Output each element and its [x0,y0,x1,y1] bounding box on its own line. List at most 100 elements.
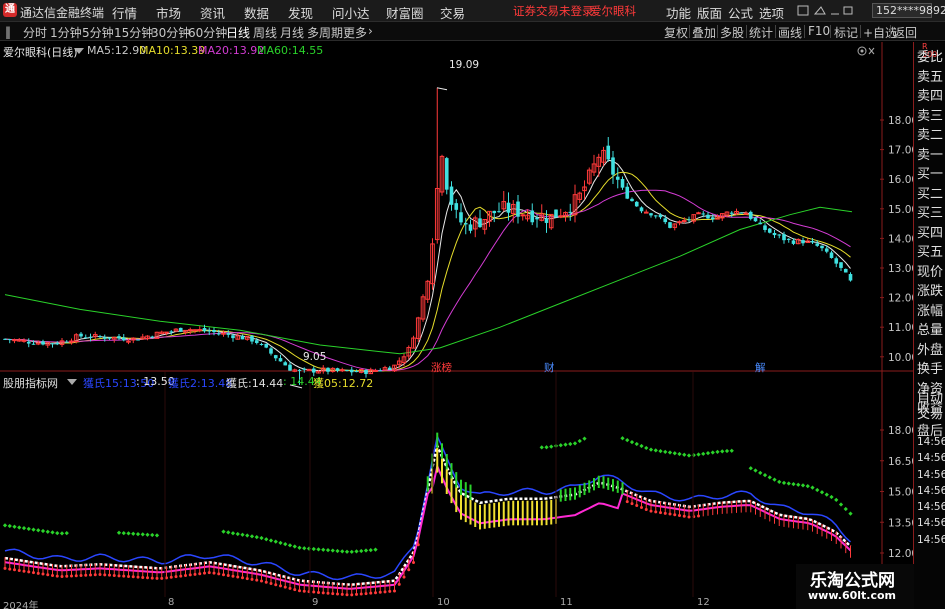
indicator-dot-red [312,590,316,594]
indicator-dot-red [659,511,662,515]
candle-body-down [88,336,93,338]
settings-gear-icon[interactable] [856,45,876,57]
indicator-dot-red [236,575,240,579]
event-marker-unlock[interactable]: 解 [755,360,766,375]
event-marker-finance[interactable]: 财 [544,360,555,375]
period-weekly[interactable]: 周线 [253,24,277,41]
menu-ask[interactable]: 问小达 [332,3,370,22]
indicator-settings-icon[interactable] [67,377,77,387]
indicator-dot-green [777,479,782,485]
period-5min[interactable]: 5分钟 [82,24,114,41]
tool-mark[interactable]: 标记 [834,24,858,41]
ma10-line [4,171,851,372]
indicator-dot-green [582,436,587,441]
indicator-dot-green [230,531,236,536]
period-daily[interactable]: 日线 [226,24,250,41]
indicator-dot-green [135,531,141,537]
alert-icon [813,6,826,15]
indicator-dot-green [245,533,250,538]
tool-f10[interactable]: F10 [808,24,830,38]
side-quote-10: 买五 [917,245,944,260]
indicator-dot-green [672,451,677,456]
indicator-dot-red [374,591,377,595]
menu-market-quotes[interactable]: 行情 [112,3,137,22]
indicator-dot-green [292,544,297,549]
side-quote-8: 买三 [917,206,944,221]
period-multi[interactable]: 多周期 [307,24,343,41]
candle-body-down [364,370,368,374]
indicator-dot-red [317,590,320,594]
indicator-dot-red [60,574,64,578]
indicator-dot-red [174,575,178,579]
period-intraday[interactable]: 分时 [23,24,47,41]
menu-options[interactable]: 选项 [759,3,784,22]
indicator-dot-red [378,590,382,594]
menu-data[interactable]: 数据 [244,3,269,22]
indicator-dot-green [838,502,844,507]
candle-body-down [107,337,112,339]
tool-adjust[interactable]: 复权 [664,24,688,41]
indicator-dot-green [824,492,829,497]
tool-statistics[interactable]: 统计 [749,24,773,41]
separator [890,25,891,38]
period-monthly[interactable]: 月线 [280,24,304,41]
menu-discover[interactable]: 发现 [288,3,313,22]
indicator-dot-red [326,591,330,595]
indicator-dot-green [658,448,663,454]
indicator-dot-red [36,571,40,575]
indicator-dot-red [416,543,420,547]
period-60min[interactable]: 60分钟 [188,24,227,41]
side-quote-6: 买一 [917,167,944,182]
menu-function[interactable]: 功能 [666,3,691,22]
indicator-dot-red [241,576,244,580]
menu-wealth-circle[interactable]: 财富圈 [386,3,424,22]
site-watermark: 乐淘公式网 www.60lt.com [796,564,914,609]
indicator-dot-green [572,441,578,446]
indicator-dot-red [141,575,145,579]
tool-draw[interactable]: 画线 [778,24,802,41]
period-15min[interactable]: 15分钟 [114,24,153,41]
more-chevron-icon[interactable]: › [368,24,373,38]
candle-body-down [326,367,330,372]
indicator-dot-red [217,572,221,576]
indicator-dot-red [364,592,368,596]
period-30min[interactable]: 30分钟 [151,24,190,41]
menu-layout[interactable]: 版面 [697,3,722,22]
menu-trade[interactable]: 交易 [440,3,465,22]
event-marker-limit-up[interactable]: 涨榜 [431,360,452,375]
tool-back[interactable]: 返回 [893,24,917,41]
indicator-dot-green [12,524,17,529]
indicator-dot-red [184,573,187,577]
indicator-dot-green [819,490,825,495]
indicator-white-line [4,441,852,586]
separator [804,25,805,38]
indicator-dot-green [321,547,326,552]
indicator-dot-green [663,449,668,454]
title-bar: 通 通达信金融终端 行情 市场 资讯 数据 发现 问小达 财富圈 交易 证券交易… [0,0,945,22]
indicator-dot-green [302,546,307,551]
indicator-dot-red [283,585,287,589]
indicator-dot-green [264,537,269,542]
login-warning[interactable]: 证券交易未登录 [513,3,594,19]
candle-body-down [701,213,706,215]
tool-add-watchlist[interactable]: +自选 [863,24,897,41]
period-1min[interactable]: 1分钟 [50,24,82,41]
candle-body-down [83,337,88,339]
period-more[interactable]: 更多 [343,24,367,41]
user-account[interactable]: 152****9892 [872,3,945,18]
menu-formula[interactable]: 公式 [728,3,753,22]
watermark-url: www.60lt.com [808,589,897,602]
toolbar-collapse-icon[interactable]: ‖ [5,25,11,39]
indicator-dot-red [70,574,73,578]
tool-overlay[interactable]: 叠加 [692,24,716,41]
indicator-dot-green [240,532,245,537]
chart-area[interactable]: 18.00 17.00 16.00 15.00 14.00 13.00 12.00 11.00… [0,42,913,609]
indicator-dot-green [715,449,720,454]
menu-market[interactable]: 市场 [156,3,181,22]
ma-settings-icon[interactable] [74,46,84,56]
indicator-dot-green [36,528,41,533]
candle-body-down [739,212,744,214]
menu-news[interactable]: 资讯 [200,3,225,22]
tool-multi-stock[interactable]: 多股 [720,24,744,41]
candle-body-down [202,328,207,332]
